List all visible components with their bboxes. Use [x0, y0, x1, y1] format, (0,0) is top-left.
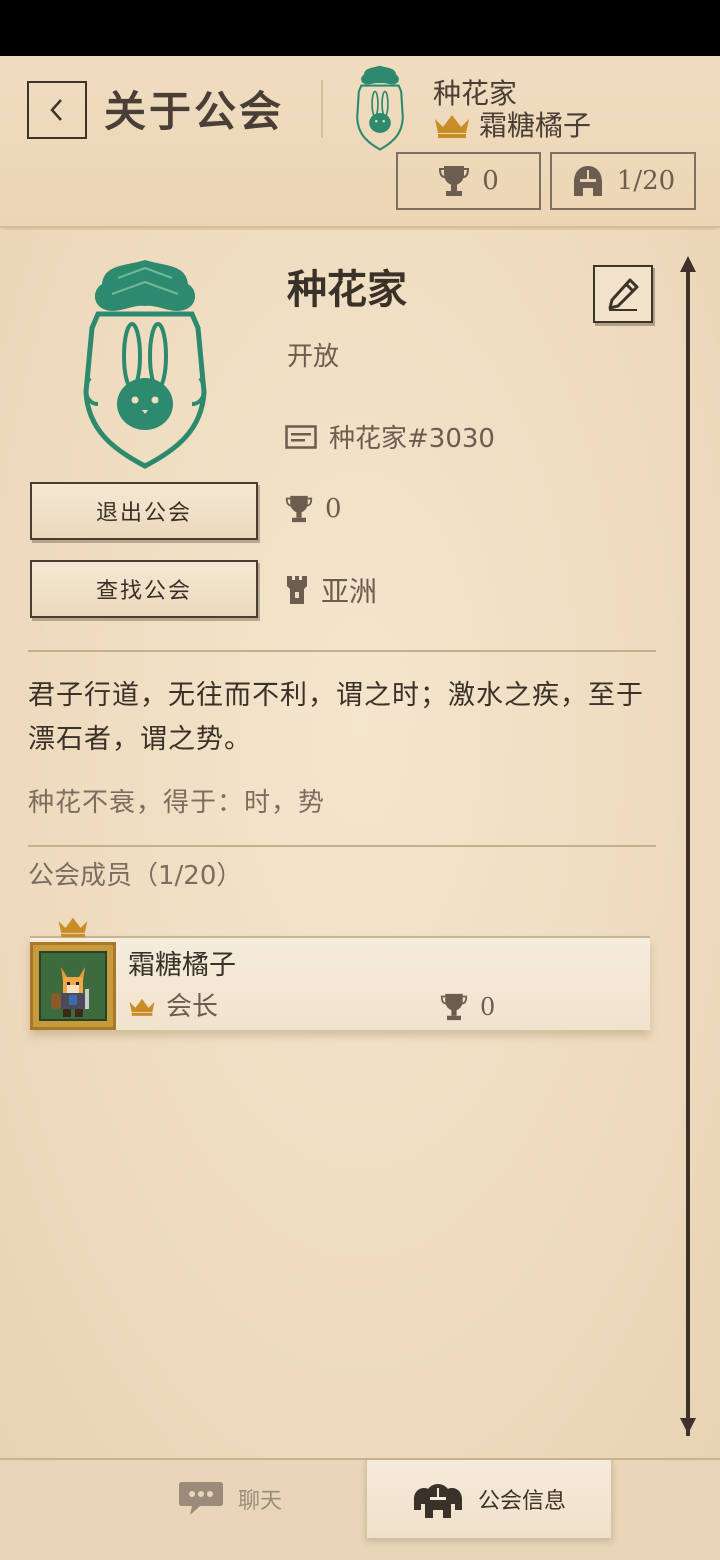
trophy-count: 0	[482, 166, 499, 196]
helmets-group-icon	[413, 1484, 462, 1518]
avatar-frame	[30, 942, 116, 1030]
tower-icon	[287, 576, 307, 604]
member-role-label: 会长	[166, 992, 219, 1022]
tab-guild-info[interactable]: 公会信息	[365, 1460, 613, 1538]
member-trophy-count: 0	[480, 993, 496, 1021]
crown-icon	[58, 917, 88, 938]
divider	[28, 845, 656, 847]
leave-guild-button[interactable]: 退出公会	[30, 482, 258, 540]
back-arrow-icon	[50, 99, 62, 121]
member-card[interactable]: 霜糖橘子 会长 0	[30, 917, 650, 1030]
trophy-stat[interactable]: 0	[396, 152, 541, 210]
tab-chat[interactable]: 聊天	[100, 1460, 360, 1538]
header-divider	[321, 80, 323, 138]
guild-trophy-row: 0	[285, 494, 342, 524]
edit-pencil-icon	[608, 278, 639, 311]
edit-button[interactable]	[593, 265, 653, 323]
header-leader-name: 霜糖橘子	[479, 109, 592, 142]
fox-knight-avatar-icon	[51, 967, 89, 1017]
knight-helmet-icon	[573, 166, 602, 196]
guild-region-row: 亚洲	[285, 570, 377, 610]
header-leader: 霜糖橘子	[433, 108, 591, 144]
guild-id: 种花家#3030	[329, 424, 495, 454]
chat-bubble-icon	[178, 1482, 223, 1515]
guild-status: 开放	[287, 342, 340, 372]
status-bar	[0, 0, 720, 56]
trophy-icon	[440, 993, 468, 1021]
members-heading: 公会成员（1/20）	[28, 861, 243, 891]
guild-detail-panel: 种花家 开放 种花家#3030 0 亚洲 退出公会 查找公会 君子行道，无往而不…	[0, 230, 720, 1458]
id-card-icon	[285, 424, 317, 449]
trophy-icon	[285, 495, 313, 523]
find-guild-button[interactable]: 查找公会	[30, 560, 258, 618]
members-stat[interactable]: 1/20	[550, 152, 696, 210]
guild-region: 亚洲	[321, 575, 378, 608]
page-title: 关于公会	[104, 87, 285, 136]
bunny-emblem-icon	[83, 260, 207, 469]
guild-name: 种花家	[287, 267, 407, 313]
header: 关于公会 种花家 霜糖橘子 0 1/20	[0, 56, 720, 228]
guild-motto: 君子行道，无往而不利，谓之时；激水之疾，至于漂石者，谓之势。	[28, 680, 644, 755]
guild-id-row: 种花家#3030	[285, 418, 495, 455]
bunny-emblem-icon	[356, 65, 404, 151]
scrollbar[interactable]	[686, 260, 690, 1436]
tab-guild-info-label: 公会信息	[477, 1489, 566, 1514]
back-button[interactable]	[27, 81, 87, 139]
member-count: 1/20	[616, 166, 676, 196]
crown-icon	[435, 115, 469, 138]
member-role: 会长	[128, 990, 218, 1024]
divider	[28, 650, 656, 652]
tab-chat-label: 聊天	[237, 1489, 282, 1514]
scroll-arrow-down[interactable]	[680, 1418, 696, 1434]
guild-motto-sub: 种花不衰，得于：时，势	[28, 788, 326, 818]
tab-bar: 聊天 公会信息	[0, 1458, 720, 1560]
guild-trophies: 0	[325, 494, 342, 524]
trophy-icon	[439, 166, 470, 196]
avatar	[39, 951, 107, 1021]
member-name: 霜糖橘子	[128, 950, 236, 981]
header-guild-name: 种花家	[433, 77, 518, 110]
member-trophies: 0	[440, 992, 495, 1022]
crown-icon	[129, 998, 155, 1016]
